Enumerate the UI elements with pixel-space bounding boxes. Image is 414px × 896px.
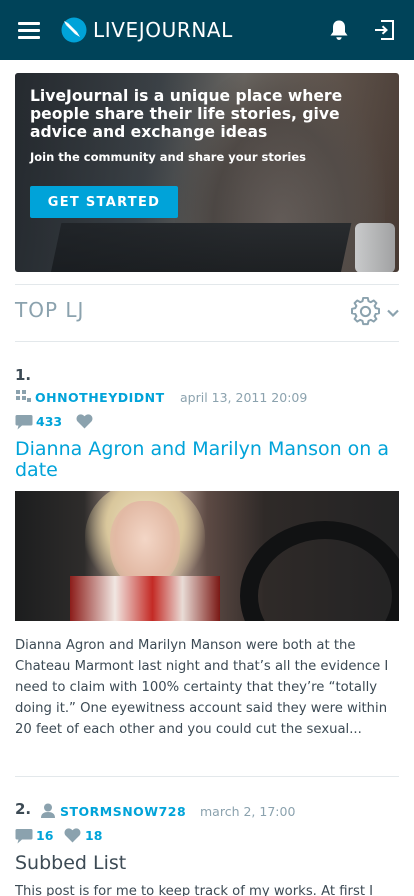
menu-icon[interactable] — [18, 22, 40, 39]
likes-count[interactable]: 18 — [85, 828, 102, 843]
post-rank: 1. — [15, 366, 32, 384]
user-icon — [41, 803, 55, 818]
comment-icon — [15, 415, 33, 430]
menu-icon-bar — [18, 29, 40, 32]
comments-count[interactable]: 16 — [36, 828, 53, 843]
comments-count[interactable]: 433 — [36, 414, 62, 429]
post-author-link[interactable]: OHNOTHEYDIDNT — [35, 390, 165, 405]
post-date: april 13, 2011 20:09 — [180, 390, 308, 405]
divider — [15, 776, 399, 777]
top-navbar: LIVEJOURNAL — [0, 0, 414, 60]
menu-icon-bar — [18, 22, 40, 25]
community-icon — [16, 390, 31, 402]
post-image-face — [110, 501, 180, 586]
bell-icon[interactable] — [329, 19, 349, 41]
post-date: march 2, 17:00 — [200, 804, 296, 819]
comment-icon — [15, 829, 33, 844]
post-title-link[interactable]: Dianna Agron and Marilyn Manson on a dat… — [15, 439, 399, 481]
post-excerpt[interactable]: This post is for me to keep track of my … — [15, 883, 399, 896]
divider — [15, 284, 399, 285]
post-rank: 2. — [15, 800, 32, 818]
post-image[interactable] — [15, 491, 399, 621]
menu-icon-bar — [18, 36, 40, 39]
heart-icon[interactable] — [64, 828, 81, 843]
heart-icon[interactable] — [76, 414, 93, 429]
divider — [15, 341, 399, 342]
logo-text: LIVEJOURNAL — [93, 18, 233, 42]
hero-subtitle: Join the community and share your storie… — [30, 150, 307, 164]
chevron-down-icon[interactable] — [386, 308, 400, 318]
hero-title: LiveJournal is a unique place where peop… — [30, 87, 343, 141]
section-title: TOP LJ — [15, 298, 85, 322]
post-excerpt[interactable]: Dianna Agron and Marilyn Manson were bot… — [15, 635, 399, 740]
livejournal-logo[interactable]: LIVEJOURNAL — [60, 14, 233, 46]
hero-banner: LiveJournal is a unique place where peop… — [15, 73, 399, 272]
post-image-scarf — [70, 576, 220, 621]
post-image-wheel — [240, 521, 399, 621]
login-icon[interactable] — [373, 19, 395, 41]
livejournal-logo-icon — [61, 17, 87, 43]
get-started-button[interactable]: GET STARTED — [30, 186, 178, 218]
post-author-link[interactable]: STORMSNOW728 — [60, 804, 186, 819]
post-title-link[interactable]: Subbed List — [15, 853, 399, 874]
gear-icon[interactable] — [351, 297, 380, 326]
